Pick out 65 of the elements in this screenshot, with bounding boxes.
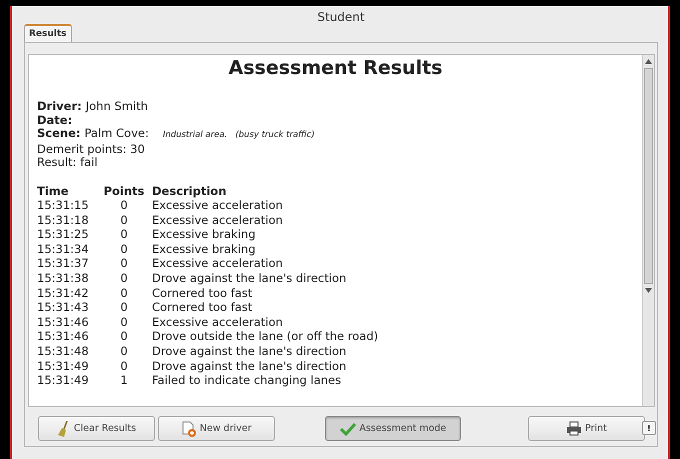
- table-cell-text: 0: [119, 358, 129, 374]
- table-cell-text: 0: [119, 271, 129, 286]
- table-cell-text: 0: [119, 227, 129, 242]
- window-title: Student: [316, 9, 366, 24]
- scroll-up-icon[interactable]: [645, 59, 652, 64]
- field-note: Industrial area. (busy truck traffic): [162, 129, 315, 142]
- table-cell-text: Excessive acceleration: [151, 212, 284, 228]
- table-cell-text: Failed to indicate changing lanes: [151, 373, 342, 388]
- table-cell-text: 15:31:37: [37, 256, 90, 272]
- column-header: Points: [102, 184, 146, 198]
- table-cell-text: Drove outside the lane (or off the road): [151, 329, 378, 344]
- table-cell-text: 15:31:48: [37, 344, 90, 359]
- field-value: Palm Cove:: [84, 127, 149, 140]
- new-driver-button[interactable]: New driver: [158, 416, 275, 441]
- table-cell-text: 0: [119, 242, 129, 256]
- field-label: Date:: [37, 114, 72, 127]
- clear-results-button[interactable]: Clear Results: [38, 416, 155, 441]
- table-cell-text: Excessive acceleration: [151, 198, 284, 213]
- table-cell-text: Excessive acceleration: [151, 256, 284, 272]
- table-cell-text: Cornered too fast: [151, 300, 254, 315]
- field-value: John Smith: [86, 100, 148, 114]
- table-cell-text: Drove against the lane's direction: [151, 344, 348, 359]
- table-cell-text: 15:31:38: [37, 271, 90, 286]
- table-cell-text: 0: [119, 314, 129, 330]
- column-header: Description: [151, 184, 228, 198]
- table-cell-text: 0: [119, 198, 129, 213]
- table-cell-text: 15:31:46: [37, 329, 90, 344]
- table-cell-text: 15:31:25: [37, 227, 90, 242]
- report-title: Assessment Results: [228, 56, 444, 81]
- table-cell-text: 15:31:42: [37, 286, 90, 300]
- table-cell-text: 0: [119, 212, 129, 228]
- field-label: Driver:: [37, 100, 82, 114]
- table-cell-text: 15:31:49: [37, 358, 90, 374]
- summary-line: Demerit points: 30: [37, 142, 145, 156]
- field-label: Scene:: [37, 127, 80, 140]
- table-cell-text: 15:31:18: [37, 212, 90, 228]
- table-cell-text: 0: [119, 256, 129, 272]
- checkmark-icon: [340, 422, 356, 436]
- info-button[interactable]: !: [642, 421, 656, 435]
- printer-icon: [566, 421, 582, 436]
- table-cell-text: 0: [119, 344, 129, 359]
- table-cell-text: Drove against the lane's direction: [151, 271, 348, 286]
- table-cell-text: Excessive braking: [151, 242, 256, 256]
- scroll-thumb[interactable]: [644, 68, 653, 284]
- table-cell-text: 15:31:43: [37, 300, 90, 315]
- results-tab[interactable]: Results: [24, 24, 72, 42]
- table-cell-text: 15:31:49: [37, 373, 90, 388]
- table-cell-text: 15:31:15: [37, 198, 90, 213]
- table-cell-text: 0: [119, 329, 129, 344]
- table-cell-text: 15:31:34: [37, 242, 90, 256]
- table-cell-text: Excessive acceleration: [151, 314, 284, 330]
- table-cell-text: 15:31:46: [37, 314, 90, 330]
- new-document-icon: [180, 420, 197, 436]
- summary-line: Result: fail: [37, 156, 98, 170]
- column-header: Time: [37, 184, 70, 198]
- table-cell-text: 1: [119, 373, 129, 388]
- scrollbar[interactable]: [642, 55, 654, 406]
- scroll-down-icon[interactable]: [645, 288, 652, 293]
- assessment-mode-button[interactable]: Assessment mode: [325, 416, 462, 441]
- table-cell-text: Drove against the lane's direction: [151, 358, 348, 374]
- table-cell-text: 0: [119, 286, 129, 300]
- print-button[interactable]: Print: [528, 416, 645, 441]
- table-cell-text: Cornered too fast: [151, 286, 254, 300]
- table-cell-text: 0: [119, 300, 129, 315]
- table-cell-text: Excessive braking: [151, 227, 256, 242]
